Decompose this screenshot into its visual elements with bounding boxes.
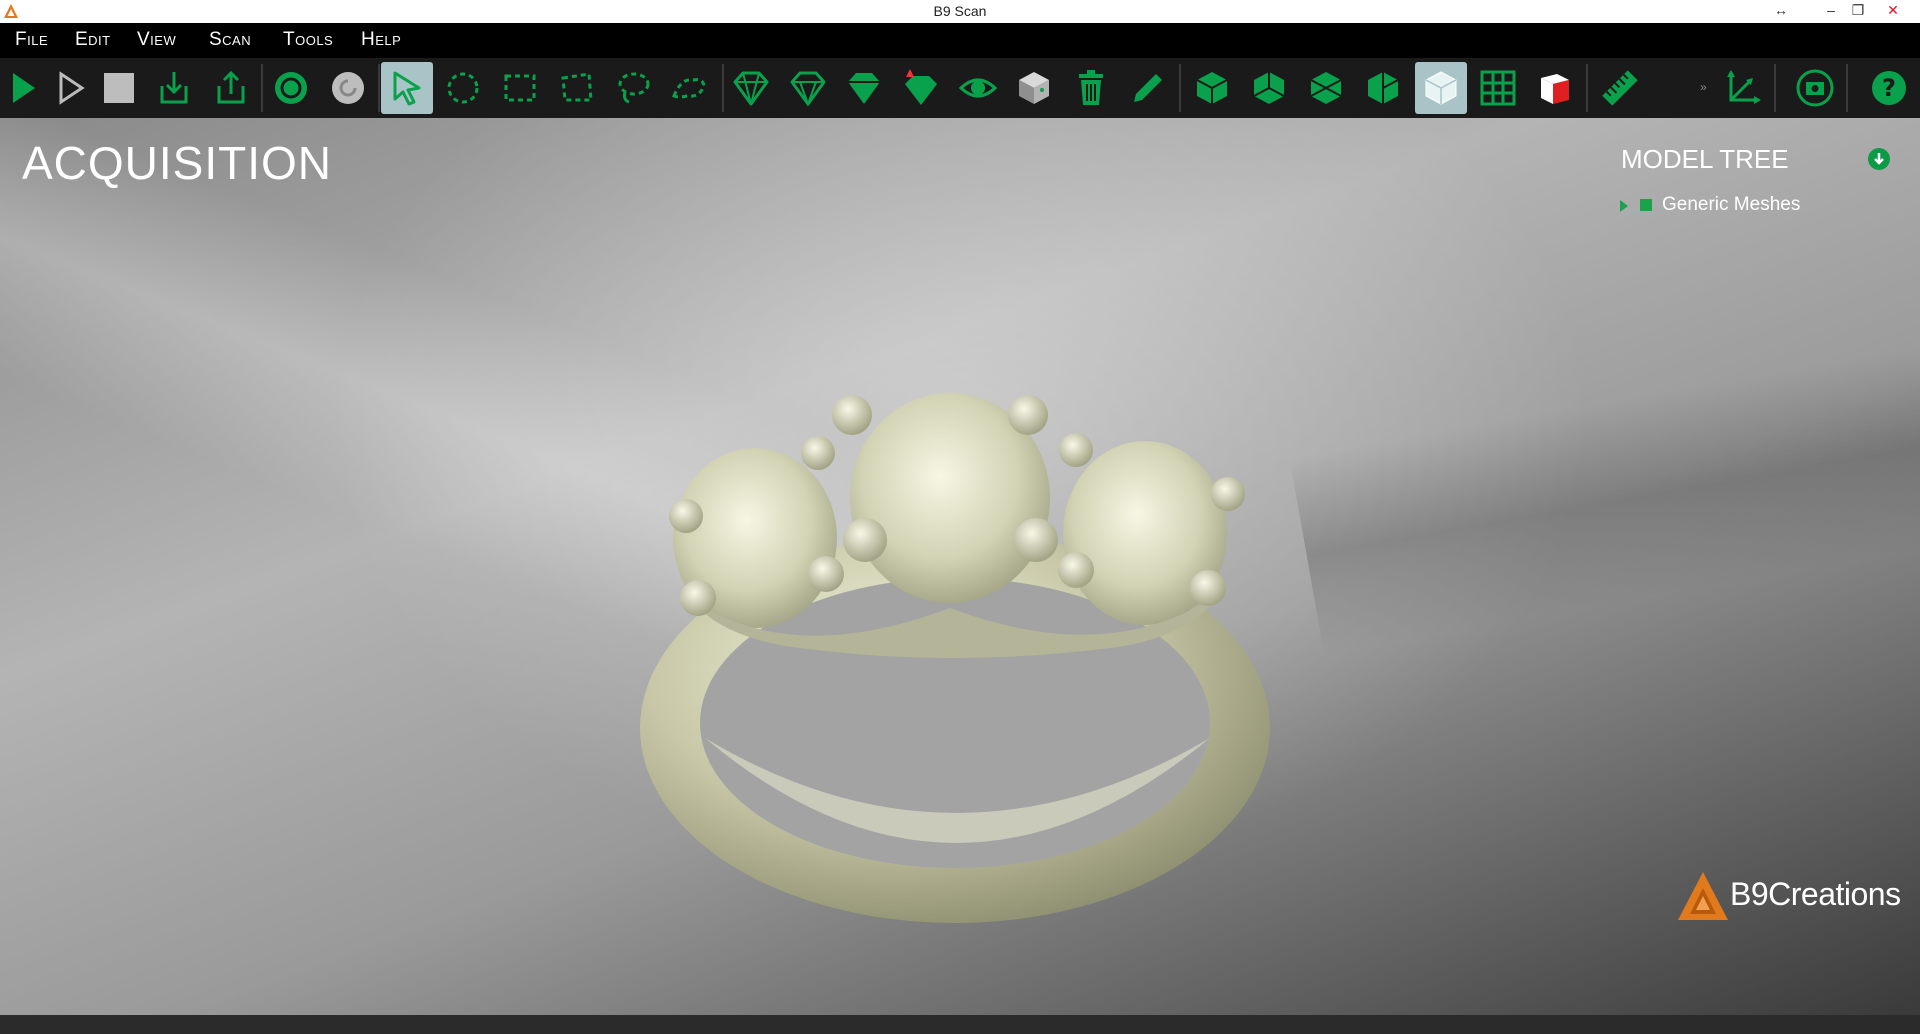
ellipse-select-button[interactable] bbox=[437, 62, 489, 114]
mode-title: ACQUISITION bbox=[22, 137, 333, 189]
help-icon: ? bbox=[1872, 71, 1906, 105]
lasso-select-button[interactable] bbox=[607, 62, 659, 114]
axes-button[interactable] bbox=[1717, 62, 1769, 114]
target-button[interactable] bbox=[265, 62, 317, 114]
tree-item-label: Generic Meshes bbox=[1662, 194, 1801, 215]
model-tree-title: MODEL TREE bbox=[1621, 144, 1789, 174]
window-title: B9 Scan bbox=[933, 3, 987, 19]
select-arrow-icon bbox=[393, 71, 421, 106]
brand-logo: B9Creations bbox=[1676, 870, 1901, 924]
pencil-icon bbox=[1134, 74, 1162, 102]
cube-red-icon bbox=[1541, 74, 1569, 104]
trash-icon bbox=[1079, 70, 1103, 105]
view-front-icon bbox=[1253, 72, 1285, 104]
view-top-icon bbox=[1310, 72, 1342, 104]
poly-select-icon bbox=[561, 72, 593, 102]
menu-file[interactable]: File bbox=[15, 29, 48, 51]
resize-icon[interactable]: ↔ bbox=[1764, 0, 1798, 23]
model-tree-collapse-icon[interactable] bbox=[1868, 148, 1890, 170]
stop-icon bbox=[104, 73, 134, 103]
view-shaded-button[interactable] bbox=[1415, 62, 1467, 114]
play-outline-button[interactable] bbox=[45, 62, 97, 114]
edit-button[interactable] bbox=[1122, 62, 1174, 114]
status-bar bbox=[0, 1015, 1920, 1034]
gem-filled-icon bbox=[848, 73, 880, 104]
toolbar-separator bbox=[1586, 64, 1588, 112]
view-shaded-icon bbox=[1425, 71, 1457, 105]
menu-bar: File Edit View Scan Tools Help bbox=[0, 23, 1920, 58]
refresh-button[interactable] bbox=[322, 62, 374, 114]
view-front-button[interactable] bbox=[1243, 62, 1295, 114]
gem-outline-icon bbox=[733, 71, 769, 106]
ruler-icon bbox=[1602, 70, 1638, 106]
grid-icon bbox=[1480, 70, 1516, 106]
play-icon bbox=[13, 73, 35, 103]
import-icon bbox=[160, 72, 188, 104]
svg-text:?: ? bbox=[1882, 74, 1896, 102]
measure-button[interactable] bbox=[1594, 62, 1646, 114]
toolbar-separator bbox=[722, 64, 724, 112]
gem-filled-button[interactable] bbox=[838, 62, 890, 114]
axes-icon bbox=[1727, 70, 1761, 104]
export-icon bbox=[217, 70, 245, 104]
toolbar-separator bbox=[261, 64, 263, 112]
target-icon bbox=[275, 72, 307, 104]
toolbar-separator bbox=[1846, 64, 1848, 112]
menu-tools[interactable]: Tools bbox=[283, 29, 333, 51]
tree-visibility-checkbox[interactable] bbox=[1640, 199, 1652, 211]
eye-icon bbox=[958, 78, 998, 98]
delete-button[interactable] bbox=[1065, 62, 1117, 114]
export-button[interactable] bbox=[205, 62, 257, 114]
gem-outline-button[interactable] bbox=[725, 62, 777, 114]
stop-button[interactable] bbox=[93, 62, 145, 114]
rect-select-button[interactable] bbox=[494, 62, 546, 114]
freeform-select-button[interactable] bbox=[663, 62, 715, 114]
tree-expand-icon[interactable] bbox=[1620, 200, 1628, 212]
section-cube-button[interactable] bbox=[1529, 62, 1581, 114]
restore-button[interactable]: ❐ bbox=[1841, 0, 1875, 23]
view-top-button[interactable] bbox=[1300, 62, 1352, 114]
play-outline-icon bbox=[59, 71, 85, 105]
screenshot-button[interactable] bbox=[1789, 62, 1841, 114]
brand-name: B9Creations bbox=[1730, 876, 1901, 912]
gem-icon bbox=[790, 71, 826, 107]
import-button[interactable] bbox=[148, 62, 200, 114]
freeform-select-icon bbox=[672, 78, 706, 99]
lasso-select-icon bbox=[618, 72, 650, 104]
cube-color-icon bbox=[1019, 72, 1049, 104]
screenshot-icon bbox=[1796, 69, 1834, 107]
select-arrow-button[interactable] bbox=[381, 62, 433, 114]
gem-button[interactable] bbox=[782, 62, 834, 114]
toolbar-separator bbox=[378, 64, 380, 112]
help-button[interactable]: ? bbox=[1863, 62, 1915, 114]
toolbar-separator bbox=[1179, 64, 1181, 112]
menu-help[interactable]: Help bbox=[361, 29, 401, 51]
poly-select-button[interactable] bbox=[551, 62, 603, 114]
b9-logo-icon bbox=[1678, 872, 1728, 920]
gem-marker-button[interactable] bbox=[895, 62, 947, 114]
grid-button[interactable] bbox=[1472, 62, 1524, 114]
menu-edit[interactable]: Edit bbox=[75, 29, 111, 51]
menu-view[interactable]: View bbox=[137, 29, 176, 51]
ring-mesh-model[interactable] bbox=[630, 268, 1290, 948]
3d-viewport[interactable]: ACQUISITION MODEL TREE Generic Meshes B9… bbox=[0, 118, 1920, 1015]
view-side-icon bbox=[1368, 72, 1399, 104]
play-button[interactable] bbox=[0, 62, 49, 114]
view-iso-button[interactable] bbox=[1186, 62, 1238, 114]
view-side-button[interactable] bbox=[1357, 62, 1409, 114]
visibility-button[interactable] bbox=[952, 62, 1004, 114]
ellipse-select-icon bbox=[447, 72, 479, 104]
gem-marker-icon bbox=[905, 69, 937, 105]
menu-scan[interactable]: Scan bbox=[209, 29, 251, 51]
toolbar-separator bbox=[1774, 64, 1776, 112]
close-button[interactable]: ✕ bbox=[1876, 0, 1910, 23]
rect-select-icon bbox=[504, 74, 536, 102]
refresh-icon bbox=[332, 72, 364, 104]
title-bar: B9 Scan ↔ – ❐ ✕ bbox=[0, 0, 1920, 23]
cube-color-button[interactable] bbox=[1008, 62, 1060, 114]
toolbar-overflow-icon[interactable]: » bbox=[1700, 80, 1707, 94]
view-iso-icon bbox=[1196, 72, 1228, 104]
toolbar: » ? bbox=[0, 58, 1920, 118]
